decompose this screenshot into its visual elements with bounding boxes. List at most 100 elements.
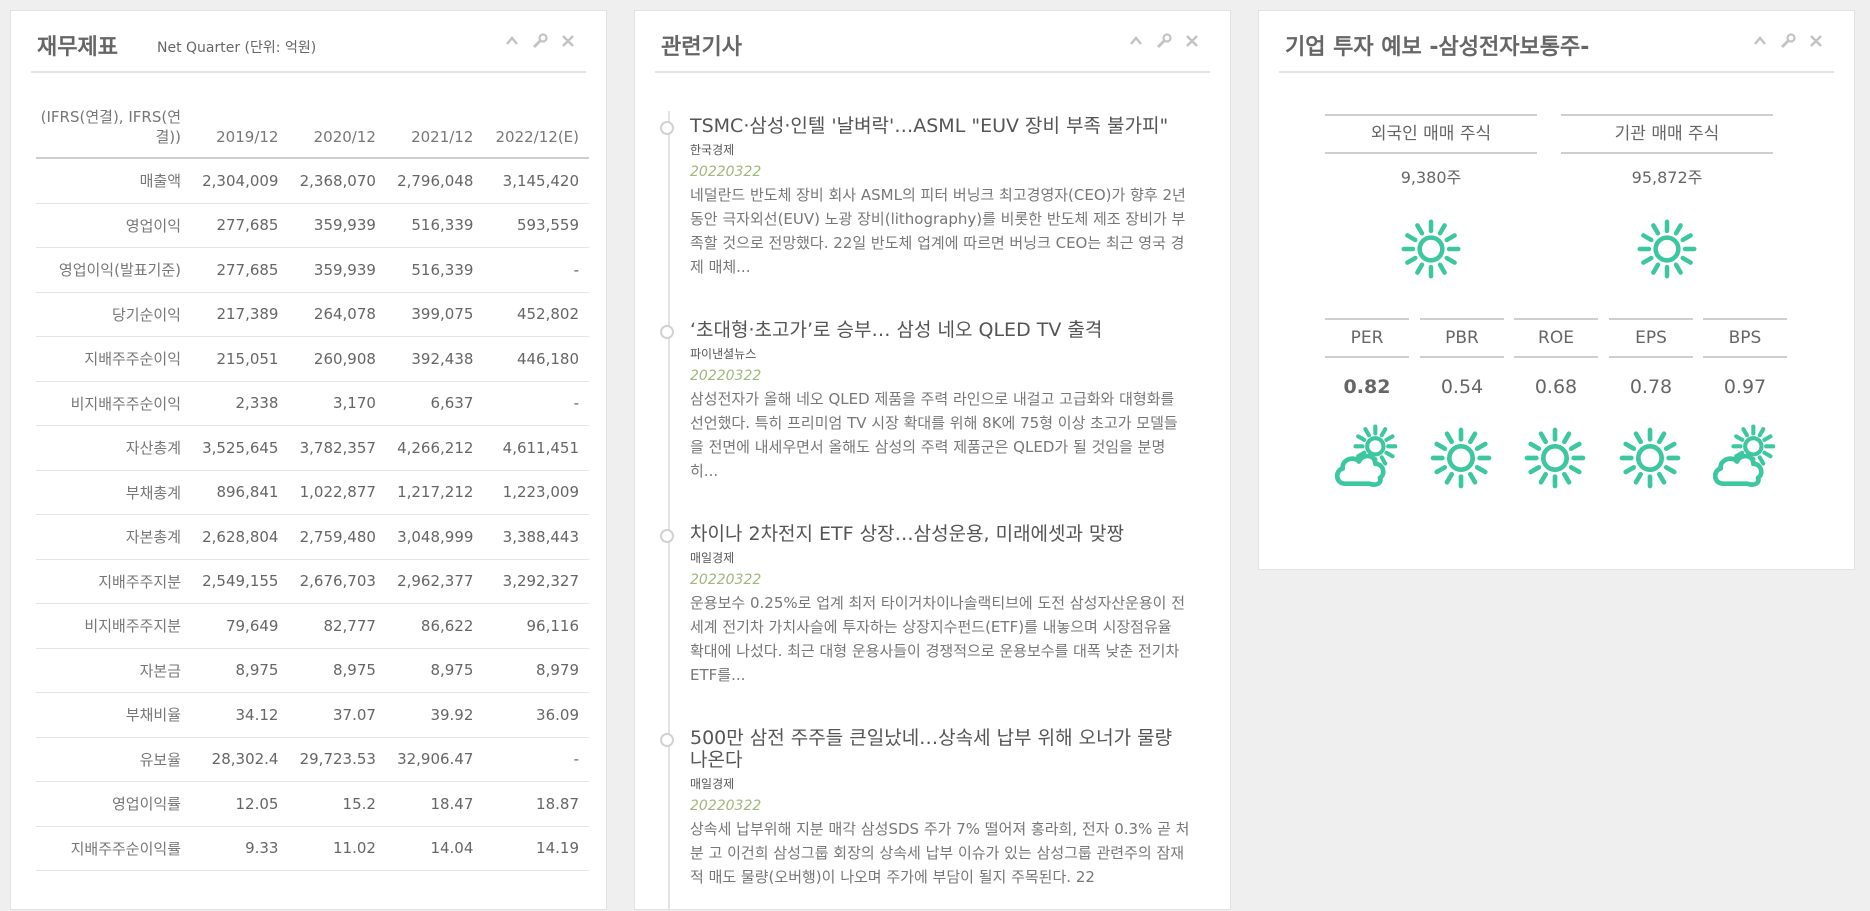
table-cell: 34.12 — [191, 692, 289, 738]
table-cell: 2,338 — [191, 381, 289, 426]
sun-icon — [1426, 423, 1496, 497]
news-date: 20220322 — [690, 368, 762, 384]
table-cell: 96,116 — [483, 603, 589, 649]
table-row: 자본총계 2,628,804 2,759,480 3,048,999 3,388,443 — [36, 514, 589, 560]
close-icon[interactable] — [1184, 33, 1200, 49]
table-cell: 2,796,048 — [385, 158, 484, 204]
row-label: 자본총계 — [36, 514, 191, 560]
table-cell: 6,637 — [385, 381, 484, 426]
panel-title: 기업 투자 예보 -삼성전자보통주- — [1285, 35, 1590, 60]
news-source: 매일경제 — [690, 551, 735, 565]
news-item[interactable]: ‘초대형·초고가’로 승부… 삼성 네오 QLED TV 출격 파이낸셜뉴스 202… — [660, 319, 1190, 483]
table-cell: 2,628,804 — [191, 514, 289, 560]
table-cell: 14.19 — [483, 826, 589, 871]
table-cell: 8,975 — [385, 648, 484, 693]
row-label: 지배주주순이익 — [36, 336, 191, 382]
table-cell: 29,723.53 — [288, 737, 386, 782]
table-cell: 392,438 — [385, 336, 484, 382]
metric-tab-per[interactable]: PER — [1325, 318, 1409, 358]
metric-tab-bps[interactable]: BPS — [1703, 318, 1787, 358]
row-label: 영업이익(발표기준) — [36, 247, 191, 293]
metric-value: 0.54 — [1440, 376, 1484, 398]
metric-tab-pbr[interactable]: PBR — [1420, 318, 1504, 358]
close-icon[interactable] — [1808, 33, 1824, 49]
table-cell: 82,777 — [288, 603, 386, 649]
timeline-dot — [660, 121, 674, 135]
news-title[interactable]: 500만 삼전 주주들 큰일났네…상속세 납부 위해 오너가 물량 나온다 — [690, 727, 1190, 771]
news-source: 한국경제 — [690, 143, 735, 157]
collapse-icon[interactable] — [1128, 33, 1144, 49]
column-header-label: (IFRS(연결), IFRS(연결)) — [36, 99, 191, 159]
wrench-icon[interactable] — [1780, 33, 1796, 49]
table-cell: 1,217,212 — [385, 470, 484, 515]
table-cell: 2,759,480 — [288, 514, 386, 560]
sun-icon — [1397, 215, 1465, 287]
row-label: 부채총계 — [36, 470, 191, 515]
trade-tab[interactable]: 기관 매매 주식 — [1561, 114, 1773, 154]
table-row: 부채비율 34.12 37.07 39.92 36.09 — [36, 692, 589, 738]
investment-forecast-panel: 기업 투자 예보 -삼성전자보통주- 외국인 매매 주식 9,380주 기관 매매 … — [1258, 10, 1855, 570]
news-source: 매일경제 — [690, 777, 735, 791]
metric-value: 0.82 — [1343, 376, 1391, 398]
row-label: 매출액 — [36, 158, 191, 204]
trade-value: 9,380주 — [1400, 168, 1462, 187]
cloud-sun-icon — [1331, 423, 1401, 497]
table-cell: 8,975 — [288, 648, 386, 693]
table-cell: 86,622 — [385, 603, 484, 649]
table-cell: 1,022,877 — [288, 470, 386, 515]
row-label: 지배주주지분 — [36, 559, 191, 604]
financial-statement-panel: 재무제표 Net Quarter (단위: 억원) (IFRS(연결), IFR… — [10, 10, 607, 910]
wrench-icon[interactable] — [1156, 33, 1172, 49]
news-summary: 삼성전자가 올해 네오 QLED 제품을 주력 라인으로 내걸고 고급화와 대형… — [690, 390, 1178, 480]
row-label: 당기순이익 — [36, 292, 191, 337]
table-row: 자산총계 3,525,645 3,782,357 4,266,212 4,611,451 — [36, 425, 589, 471]
table-row: 부채총계 896,841 1,022,877 1,217,212 1,223,009 — [36, 470, 589, 515]
table-cell: 8,979 — [483, 648, 589, 693]
news-item[interactable]: TSMC·삼성·인텔 '날벼락'…ASML "EUV 장비 부족 불가피" 한국경… — [660, 115, 1190, 279]
news-item[interactable]: 500만 삼전 주주들 큰일났네…상속세 납부 위해 오너가 물량 나온다매일경… — [660, 727, 1190, 889]
column-header: 2020/12 — [288, 99, 386, 159]
table-cell: 28,302.4 — [191, 737, 289, 782]
row-label: 영업이익 — [36, 203, 191, 248]
metric-value: 0.78 — [1629, 376, 1673, 398]
timeline-dot — [660, 325, 674, 339]
table-cell: 3,048,999 — [385, 514, 484, 560]
news-title[interactable]: ‘초대형·초고가’로 승부… 삼성 네오 QLED TV 출격 — [690, 319, 1190, 341]
table-cell: - — [483, 381, 589, 426]
news-date: 20220322 — [690, 798, 762, 814]
news-title[interactable]: TSMC·삼성·인텔 '날벼락'…ASML "EUV 장비 부족 불가피" — [690, 115, 1190, 137]
table-cell: 217,389 — [191, 292, 289, 337]
panel-header: 기업 투자 예보 -삼성전자보통주- — [1279, 11, 1834, 73]
panel-header: 관련기사 — [655, 11, 1210, 73]
table-cell: 3,388,443 — [483, 514, 589, 560]
table-cell: 399,075 — [385, 292, 484, 337]
table-cell: 14.04 — [385, 826, 484, 871]
news-item[interactable]: 차이나 2차전지 ETF 상장…삼성운용, 미래에셋과 맞짱 매일경제 202203… — [660, 523, 1190, 687]
table-cell: 593,559 — [483, 203, 589, 248]
sun-icon — [1633, 215, 1701, 287]
metric-tab-eps[interactable]: EPS — [1609, 318, 1693, 358]
news-title[interactable]: 차이나 2차전지 ETF 상장…삼성운용, 미래에셋과 맞짱 — [690, 523, 1190, 545]
row-label: 비지배주주순이익 — [36, 381, 191, 426]
cloud-sun-icon — [1709, 423, 1779, 497]
wrench-icon[interactable] — [532, 33, 548, 49]
row-label: 유보율 — [36, 737, 191, 782]
news-date: 20220322 — [690, 164, 762, 180]
table-cell: 1,223,009 — [483, 470, 589, 515]
collapse-icon[interactable] — [1752, 33, 1768, 49]
collapse-icon[interactable] — [504, 33, 520, 49]
table-row: 당기순이익 217,389 264,078 399,075 452,802 — [36, 292, 589, 337]
row-label: 자본금 — [36, 648, 191, 693]
metric-tab-roe[interactable]: ROE — [1514, 318, 1598, 358]
table-cell: 516,339 — [385, 203, 484, 248]
table-cell: 359,939 — [288, 247, 386, 293]
table-cell: 18.47 — [385, 781, 484, 827]
row-label: 비지배주주지분 — [36, 603, 191, 649]
table-cell: 215,051 — [191, 336, 289, 382]
table-cell: - — [483, 247, 589, 293]
trade-tab[interactable]: 외국인 매매 주식 — [1325, 114, 1537, 154]
table-cell: 9.33 — [191, 826, 289, 871]
table-cell: 3,782,357 — [288, 425, 386, 471]
close-icon[interactable] — [560, 33, 576, 49]
table-cell: 260,908 — [288, 336, 386, 382]
